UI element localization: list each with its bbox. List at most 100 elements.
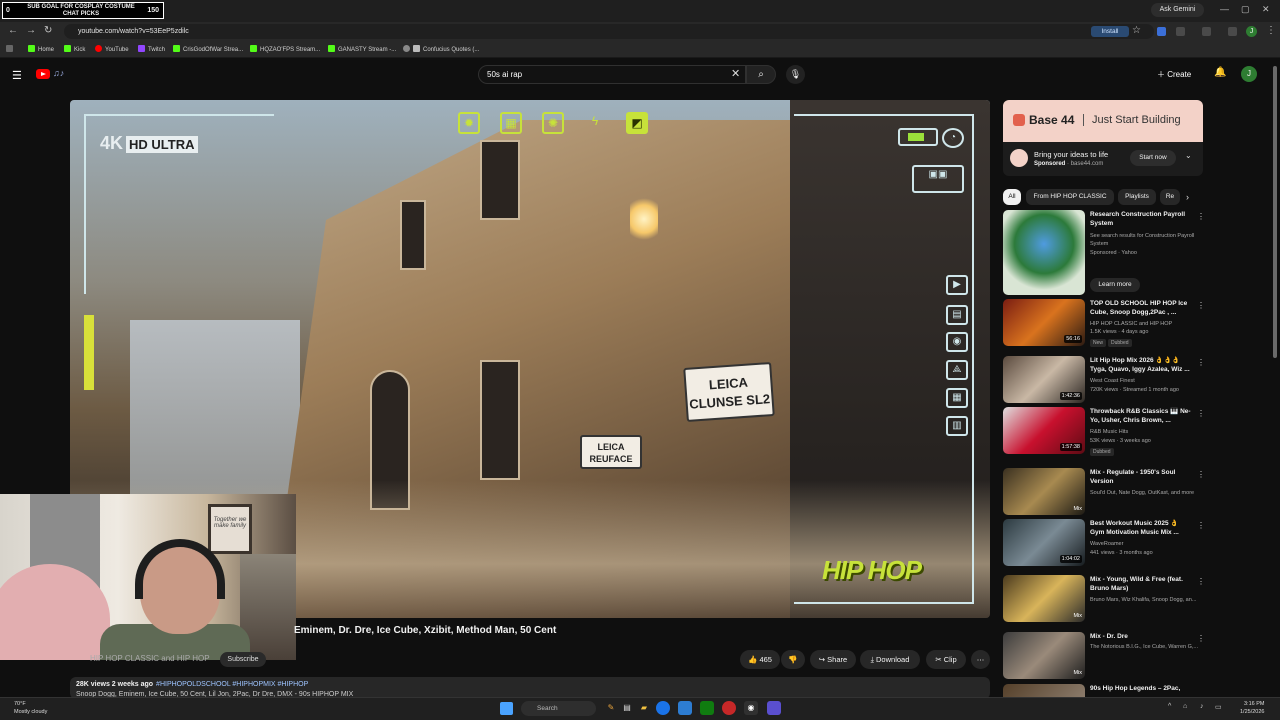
more-vert-icon[interactable]: ⋮ bbox=[1197, 470, 1205, 479]
search-input[interactable]: 50s ai rap bbox=[478, 65, 746, 84]
recommendation-title[interactable]: Mix - Dr. Dre bbox=[1090, 632, 1192, 641]
ask-gemini-button[interactable]: Ask Gemini bbox=[1151, 3, 1204, 17]
recommendation-thumbnail[interactable]: 1:04:02 bbox=[1003, 519, 1085, 566]
recommendation-thumbnail[interactable]: 1:57:38 bbox=[1003, 407, 1085, 454]
obs-icon[interactable]: ◉ bbox=[744, 701, 758, 715]
dislike-button[interactable]: 👎 bbox=[781, 650, 805, 669]
recommendation-thumbnail[interactable]: 1:42:36 bbox=[1003, 356, 1085, 403]
bookmark-star-icon[interactable]: ☆ bbox=[1132, 25, 1141, 36]
chrome-icon[interactable] bbox=[656, 701, 670, 715]
extension-icon[interactable] bbox=[1157, 27, 1166, 36]
avatar[interactable]: J bbox=[1241, 66, 1257, 82]
recommendation-title[interactable]: TOP OLD SCHOOL HIP HOP Ice Cube, Snoop D… bbox=[1090, 299, 1192, 317]
share-button[interactable]: ↪ Share bbox=[810, 650, 856, 669]
recommendation-thumbnail[interactable]: Mix bbox=[1003, 575, 1085, 622]
ad-cta-button[interactable]: Start now bbox=[1130, 150, 1176, 166]
list-item[interactable]: Mix Mix - Regulate - 1950's Soul Version… bbox=[1003, 468, 1205, 516]
more-vert-icon[interactable]: ⋮ bbox=[1197, 409, 1205, 418]
create-button[interactable]: ＋ Create bbox=[1157, 66, 1203, 83]
bookmark-kick[interactable]: Kick bbox=[64, 45, 85, 53]
discord-icon[interactable] bbox=[767, 701, 781, 715]
taskbar-clock[interactable]: 3:16 PM 1/25/2026 bbox=[1240, 700, 1264, 716]
more-vert-icon[interactable]: ⋮ bbox=[1197, 521, 1205, 530]
xbox-icon[interactable] bbox=[700, 701, 714, 715]
reload-icon[interactable]: ↻ bbox=[44, 25, 52, 36]
recommendation-title[interactable]: Research Construction Payroll System bbox=[1090, 210, 1192, 228]
battery-tray-icon[interactable]: ▭ bbox=[1215, 703, 1222, 711]
list-item[interactable]: 1:57:38 Throwback R&B Classics 🎹 Ne-Yo, … bbox=[1003, 407, 1205, 457]
hamburger-menu-icon[interactable]: ☰ bbox=[12, 69, 22, 82]
more-vert-icon[interactable]: ⋮ bbox=[1197, 212, 1205, 221]
maximize-icon[interactable]: ▢ bbox=[1241, 4, 1250, 15]
search-button[interactable]: ⌕ bbox=[746, 65, 776, 84]
install-app-button[interactable]: Install bbox=[1091, 26, 1129, 37]
chip-from-channel[interactable]: From HIP HOP CLASSIC bbox=[1026, 189, 1114, 205]
browser-menu-icon[interactable]: ⋮ bbox=[1266, 25, 1276, 36]
recommendation-channel[interactable]: West Coast Finest bbox=[1090, 378, 1198, 384]
recommendation-thumbnail[interactable] bbox=[1003, 684, 1085, 697]
more-actions-button[interactable]: ⋯ bbox=[971, 650, 990, 669]
recommendation-title[interactable]: 90s Hip Hop Legends – 2Pac, bbox=[1090, 684, 1192, 693]
chip-all[interactable]: All bbox=[1003, 189, 1021, 205]
store-icon[interactable] bbox=[678, 701, 692, 715]
recommendation-channel[interactable]: WaveRoamer bbox=[1090, 541, 1198, 547]
app-red-icon[interactable] bbox=[722, 701, 736, 715]
list-item[interactable]: Mix Mix - Young, Wild & Free (feat. Brun… bbox=[1003, 575, 1205, 623]
task-view-icon[interactable]: ▤ bbox=[620, 701, 634, 715]
network-icon[interactable]: ⌂ bbox=[1183, 703, 1187, 710]
bookmark-twitch[interactable]: Twitch bbox=[138, 45, 165, 53]
bookmark-youtube[interactable]: YouTube bbox=[95, 45, 129, 53]
recommendation-thumbnail[interactable] bbox=[1003, 210, 1085, 295]
more-vert-icon[interactable]: ⋮ bbox=[1197, 577, 1205, 586]
recommendation-title[interactable]: Mix - Young, Wild & Free (feat. Bruno Ma… bbox=[1090, 575, 1192, 593]
close-window-icon[interactable]: ✕ bbox=[1262, 4, 1270, 15]
forward-icon[interactable]: → bbox=[26, 25, 36, 36]
notifications-bell-icon[interactable]: 🔔 bbox=[1214, 67, 1226, 78]
clear-search-icon[interactable]: ✕ bbox=[731, 67, 740, 80]
chevron-right-icon[interactable]: › bbox=[1186, 192, 1189, 202]
chip-related[interactable]: Re bbox=[1160, 189, 1180, 205]
list-item[interactable]: 1:04:02 Best Workout Music 2025 👌 Gym Mo… bbox=[1003, 519, 1205, 567]
more-vert-icon[interactable]: ⋮ bbox=[1197, 301, 1205, 310]
apps-grid-icon[interactable] bbox=[6, 45, 16, 53]
recommendation-title[interactable]: Mix - Regulate - 1950's Soul Version bbox=[1090, 468, 1192, 486]
taskbar-search[interactable]: Search bbox=[521, 701, 596, 716]
minimize-icon[interactable]: — bbox=[1220, 4, 1229, 14]
list-item[interactable]: Mix Mix - Dr. Dre The Notorious B.I.G., … bbox=[1003, 632, 1205, 680]
hashtags[interactable]: #HIPHOPOLDSCHOOL #HIPHOPMIX #HIPHOP bbox=[156, 681, 308, 688]
bookmark-confucius[interactable]: Confucius Quotes (... bbox=[403, 45, 479, 53]
recommendation-thumbnail[interactable]: Mix bbox=[1003, 632, 1085, 679]
bookmark-ganasty[interactable]: GANASTY Stream -... bbox=[328, 45, 396, 53]
extension-puzzle-icon[interactable] bbox=[1176, 27, 1185, 36]
clip-button[interactable]: ✂ Clip bbox=[926, 650, 966, 669]
windows-start-icon[interactable] bbox=[500, 702, 513, 715]
recommendation-channel[interactable]: Soul'd Out, Nate Dogg, OutKast, and more bbox=[1090, 490, 1198, 496]
chevron-down-icon[interactable]: ⌄ bbox=[1185, 151, 1192, 160]
volume-icon[interactable]: ♪ bbox=[1200, 703, 1204, 710]
subscribe-button[interactable]: Subscribe bbox=[220, 652, 266, 667]
recommendation-channel[interactable]: Bruno Mars, Wiz Khalifa, Snoop Dogg, an.… bbox=[1090, 597, 1198, 603]
youtube-doodle-icon[interactable]: ♫♪ bbox=[53, 68, 64, 78]
chip-playlists[interactable]: Playlists bbox=[1118, 189, 1156, 205]
list-item[interactable]: 90s Hip Hop Legends – 2Pac, bbox=[1003, 684, 1203, 697]
recommendation-channel[interactable]: The Notorious B.I.G., Ice Cube, Warren G… bbox=[1090, 644, 1198, 650]
list-item[interactable]: 56:16 TOP OLD SCHOOL HIP HOP Ice Cube, S… bbox=[1003, 299, 1205, 349]
recommendation-channel[interactable]: HIP HOP CLASSIC and HIP HOP bbox=[1090, 321, 1198, 327]
list-item[interactable]: 1:42:36 Lit Hip Hop Mix 2026 👌👌👌 Tyga, Q… bbox=[1003, 356, 1205, 404]
file-explorer-icon[interactable]: ▰ bbox=[637, 701, 651, 715]
scrollbar-thumb[interactable] bbox=[1273, 66, 1277, 358]
recommendation-channel[interactable]: R&B Music Hits bbox=[1090, 429, 1198, 435]
youtube-logo-icon[interactable] bbox=[36, 69, 50, 79]
recommendation-title[interactable]: Best Workout Music 2025 👌 Gym Motivation… bbox=[1090, 519, 1192, 537]
back-icon[interactable]: ← bbox=[8, 25, 18, 36]
pencil-app-icon[interactable]: ✎ bbox=[604, 701, 618, 715]
recommendation-title[interactable]: Lit Hip Hop Mix 2026 👌👌👌 Tyga, Quavo, Ig… bbox=[1090, 356, 1192, 374]
recommendation-title[interactable]: Throwback R&B Classics 🎹 Ne-Yo, Usher, C… bbox=[1090, 407, 1192, 425]
downloads-icon[interactable] bbox=[1228, 27, 1237, 36]
recommendation-thumbnail[interactable]: Mix bbox=[1003, 468, 1085, 515]
ad-banner[interactable]: Base 44 Just Start Building bbox=[1003, 100, 1203, 142]
learn-more-button[interactable]: Learn more bbox=[1090, 278, 1140, 292]
like-button[interactable]: 👍 465 bbox=[740, 650, 780, 669]
recommendation-thumbnail[interactable]: 56:16 bbox=[1003, 299, 1085, 346]
channel-name[interactable]: HIP HOP CLASSIC and HIP HOP bbox=[90, 654, 210, 663]
